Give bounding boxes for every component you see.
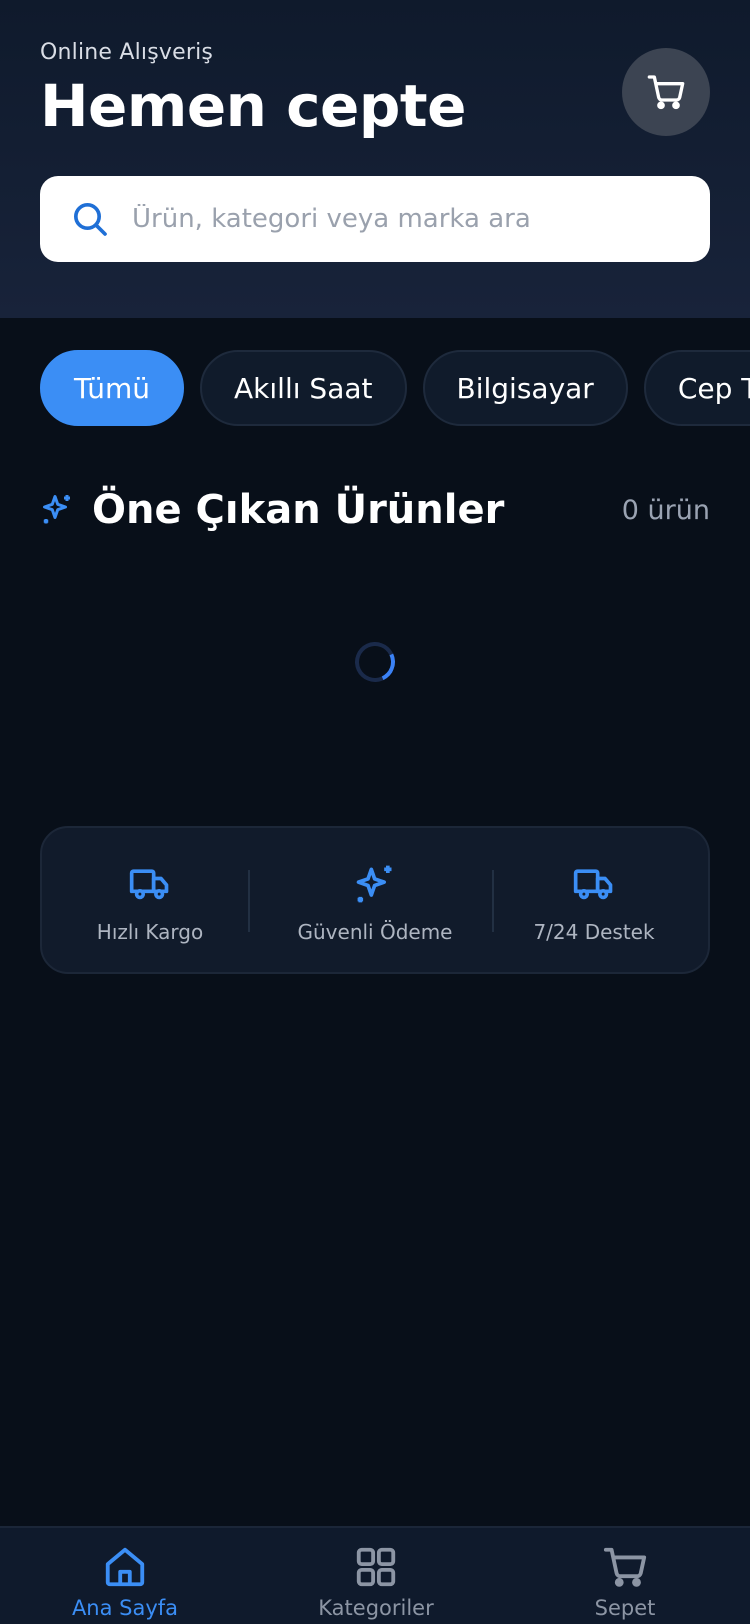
bottom-nav: Ana Sayfa Kategoriler Sepet	[0, 1526, 750, 1624]
features-card: Hızlı Kargo Güvenli Ödeme 7/24 Destek	[40, 826, 710, 974]
search-icon	[74, 203, 107, 236]
feature-secure-payment: Güvenli Ödeme	[270, 828, 480, 976]
cart-icon	[647, 75, 685, 110]
category-chips: Tümü Akıllı Saat Bilgisayar Cep Telefonu	[40, 350, 750, 426]
sparkles-icon	[356, 865, 392, 903]
nav-label: Sepet	[594, 1596, 656, 1620]
truck-icon	[573, 869, 613, 900]
feature-label: 7/24 Destek	[533, 920, 655, 944]
nav-item-cart[interactable]: Sepet	[515, 1528, 735, 1624]
header-subtitle: Online Alışveriş	[40, 40, 214, 65]
feature-support: 7/24 Destek	[504, 828, 684, 976]
nav-label: Kategoriler	[318, 1596, 434, 1620]
feature-divider	[492, 870, 494, 932]
truck-icon	[129, 869, 169, 900]
home-icon	[105, 1547, 145, 1587]
search-bar[interactable]	[40, 176, 710, 262]
nav-item-home[interactable]: Ana Sayfa	[15, 1528, 235, 1624]
feature-divider	[248, 870, 250, 932]
feature-label: Hızlı Kargo	[96, 920, 204, 944]
featured-header: Öne Çıkan Ürünler 0 ürün	[40, 480, 710, 540]
category-chip-all[interactable]: Tümü	[40, 350, 185, 426]
category-chip-phone[interactable]: Cep Telefonu	[643, 350, 750, 426]
cart-button[interactable]	[622, 48, 710, 136]
feature-fast-shipping: Hızlı Kargo	[70, 828, 230, 976]
grid-icon	[356, 1547, 396, 1587]
cart-icon	[603, 1547, 647, 1587]
search-input[interactable]	[132, 204, 672, 234]
section-title: Öne Çıkan Ürünler	[92, 487, 505, 533]
header: Online Alışveriş Hemen cepte	[0, 0, 750, 318]
loading-spinner	[349, 636, 401, 688]
product-count: 0 ürün	[621, 494, 710, 526]
feature-label: Güvenli Ödeme	[297, 920, 453, 944]
category-chip-computer[interactable]: Bilgisayar	[422, 350, 628, 426]
sparkles-icon	[43, 495, 70, 524]
category-chip-smartwatch[interactable]: Akıllı Saat	[200, 350, 407, 426]
page-title: Hemen cepte	[40, 72, 466, 140]
nav-label: Ana Sayfa	[71, 1596, 179, 1620]
nav-item-categories[interactable]: Kategoriler	[266, 1528, 486, 1624]
